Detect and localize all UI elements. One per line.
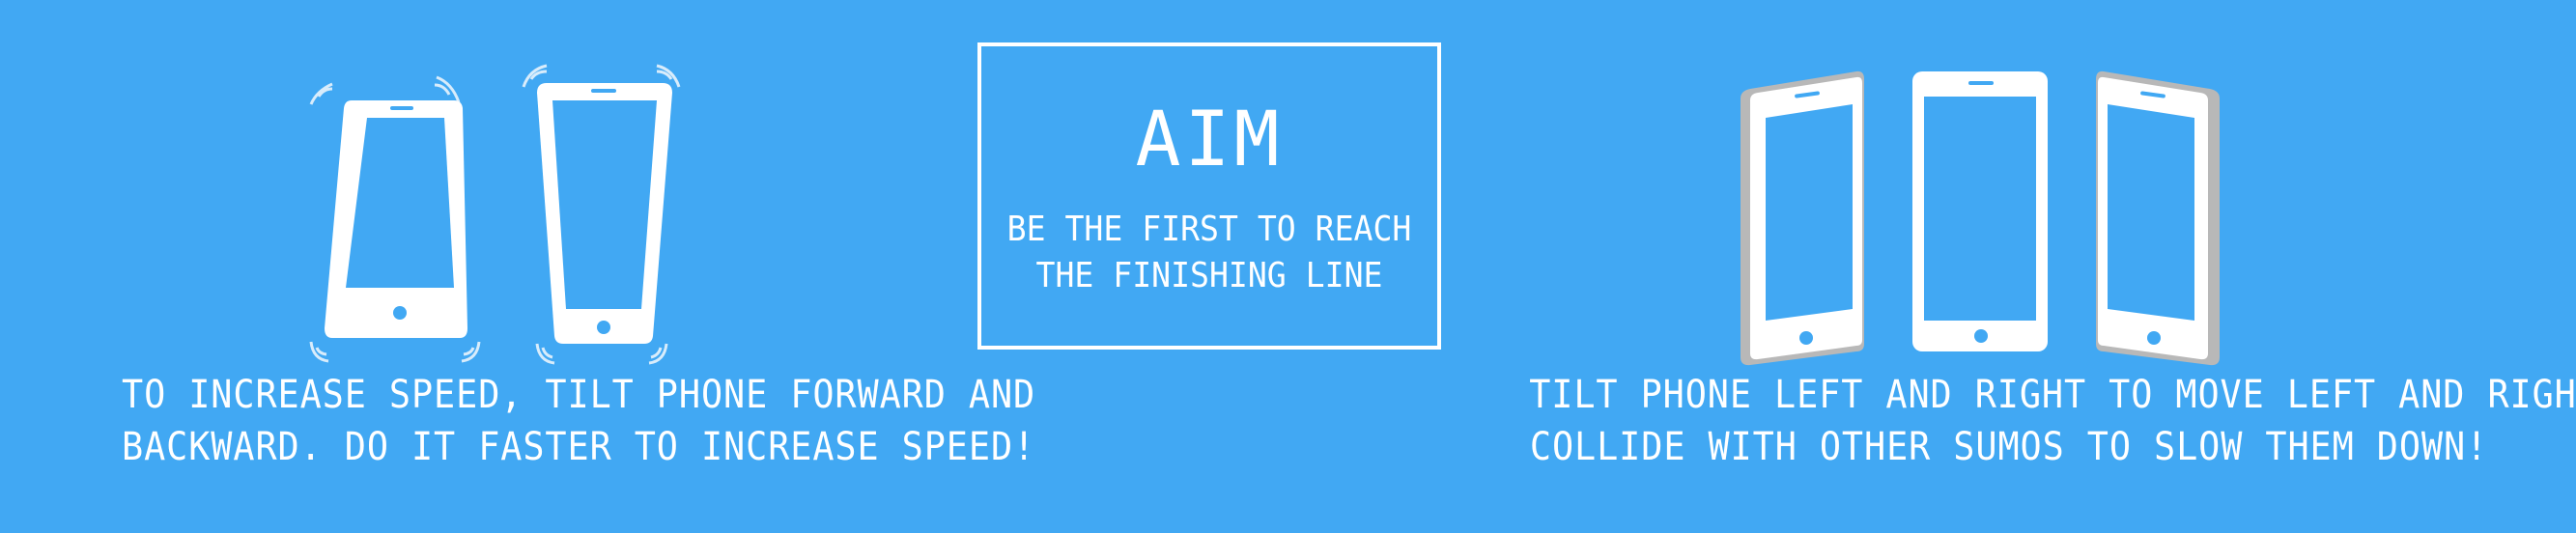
phone-upright-icon xyxy=(1912,71,2048,351)
speed-instruction-text: TO INCREASE SPEED, TILT PHONE FORWARD AN… xyxy=(122,369,1036,473)
phone-tilt-left-icon xyxy=(1741,70,1864,366)
steer-instruction-line-2: COLLIDE WITH OTHER SUMOS TO SLOW THEM DO… xyxy=(1529,425,2489,469)
speed-instruction-line-1: TO INCREASE SPEED, TILT PHONE FORWARD AN… xyxy=(122,373,1036,417)
steer-instruction-line-1: TILT PHONE LEFT AND RIGHT TO MOVE LEFT A… xyxy=(1529,373,2576,417)
phone-tilt-backward-icon xyxy=(522,64,681,365)
aim-line-1: BE THE FIRST TO REACH xyxy=(1006,210,1412,249)
steer-controls-panel: TILT PHONE LEFT AND RIGHT TO MOVE LEFT A… xyxy=(1507,0,2576,533)
phone-tilt-right-icon xyxy=(2096,70,2220,366)
steer-tilt-illustration xyxy=(1741,70,2220,366)
aim-line-2: THE FINISHING LINE xyxy=(1035,256,1383,295)
aim-title: AIM xyxy=(1135,97,1284,183)
speed-instruction-line-2: BACKWARD. DO IT FASTER TO INCREASE SPEED… xyxy=(122,425,1036,469)
phone-tilt-forward-icon xyxy=(309,75,481,363)
aim-description: BE THE FIRST TO REACH THE FINISHING LINE xyxy=(1000,207,1419,299)
aim-box: AIM BE THE FIRST TO REACH THE FINISHING … xyxy=(977,42,1441,350)
speed-tilt-illustration xyxy=(309,64,681,365)
steer-instruction-text: TILT PHONE LEFT AND RIGHT TO MOVE LEFT A… xyxy=(1529,369,2576,473)
speed-controls-panel: TO INCREASE SPEED, TILT PHONE FORWARD AN… xyxy=(0,0,1036,533)
